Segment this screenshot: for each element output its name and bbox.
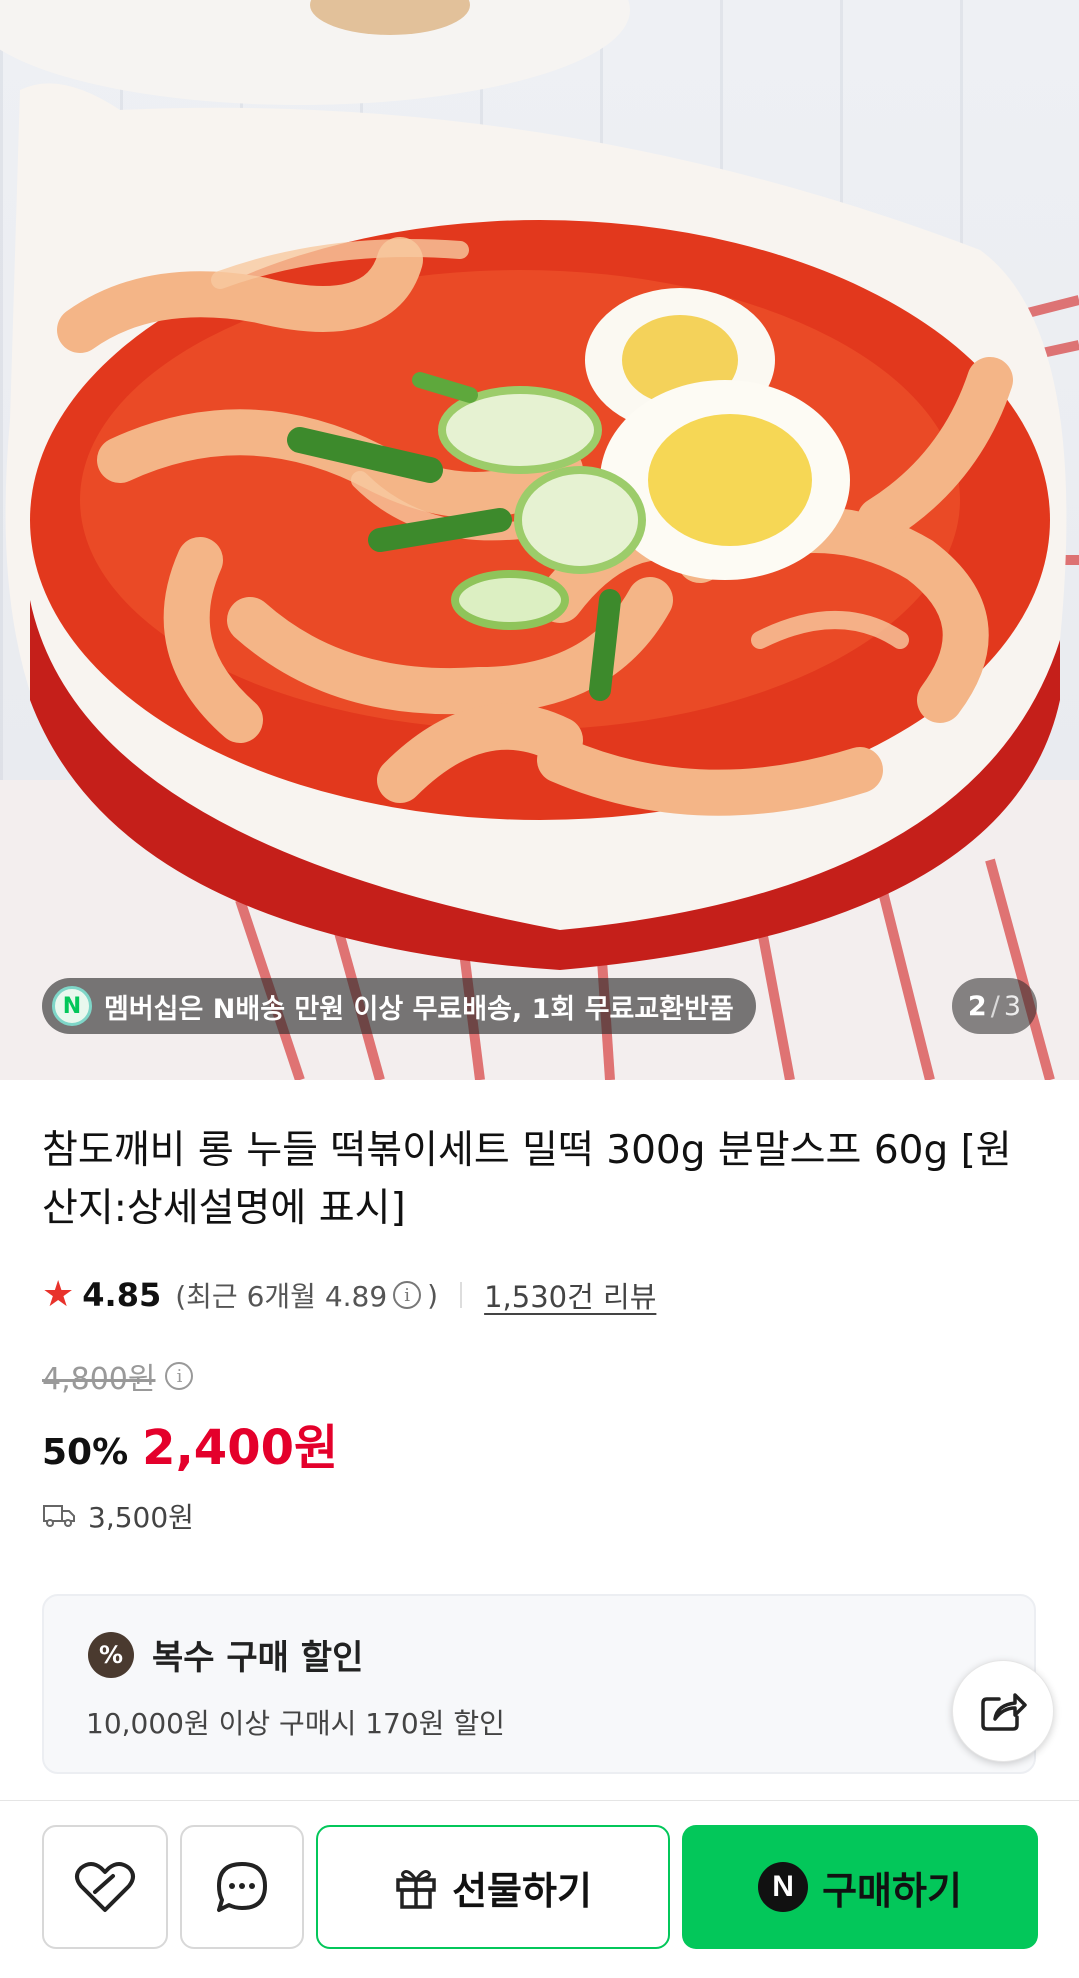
- bulk-discount-header: % 복수 구매 할인: [88, 1630, 363, 1679]
- shipping-fee: 3,500원: [88, 1501, 194, 1534]
- share-button[interactable]: [952, 1660, 1054, 1762]
- membership-badge-text: 멤버십은 N배송 만원 이상 무료배송, 1회 무료교환반품: [104, 993, 734, 1025]
- original-price: 4,800원: [42, 1362, 156, 1397]
- chat-button[interactable]: [180, 1825, 304, 1949]
- original-price-row: 4,800원 i: [42, 1354, 199, 1398]
- recent-rating-text: (최근 6개월 4.89: [175, 1280, 388, 1313]
- pager-separator: /: [990, 990, 1000, 1022]
- wishlist-button[interactable]: [42, 1825, 168, 1949]
- membership-badge[interactable]: N 멤버십은 N배송 만원 이상 무료배송, 1회 무료교환반품: [42, 978, 756, 1034]
- star-icon: ★: [42, 1274, 75, 1315]
- image-pager: 2 / 3: [951, 978, 1037, 1034]
- buy-button[interactable]: N 구매하기: [682, 1825, 1038, 1949]
- rating-score: 4.85: [82, 1276, 162, 1314]
- gift-button-label: 선물하기: [452, 1868, 592, 1913]
- bulk-discount-title: 복수 구매 할인: [152, 1638, 364, 1678]
- rating-row: ★ 4.85 (최근 6개월 4.89 i ) 1,530건 리뷰: [42, 1272, 656, 1318]
- rating-divider: [460, 1282, 463, 1308]
- percent-icon: %: [88, 1631, 134, 1678]
- truck-icon: [43, 1505, 75, 1527]
- chat-icon: [217, 1862, 267, 1912]
- product-image[interactable]: N 멤버십은 N배송 만원 이상 무료배송, 1회 무료교환반품 2 / 3: [0, 0, 1079, 1080]
- review-count-link[interactable]: 1,530건 리뷰: [484, 1274, 656, 1316]
- share-icon: [981, 1693, 1027, 1731]
- naver-pay-icon: N: [758, 1862, 809, 1912]
- product-title: 참도깨비 롱 누들 떡볶이세트 밀떡 300g 분말스프 60g [원산지:상세…: [42, 1128, 1012, 1231]
- bottom-action-bar: 선물하기 N 구매하기: [0, 1800, 1079, 1978]
- bulk-discount-card[interactable]: % 복수 구매 할인 10,000원 이상 구매시 170원 할인: [42, 1594, 1036, 1774]
- tteokbokki-photo: [0, 0, 1079, 1080]
- buy-button-label: 구매하기: [822, 1868, 962, 1913]
- sale-price-row: 50% 2,400원: [42, 1408, 338, 1478]
- recent-rating-close: ): [427, 1278, 439, 1312]
- bulk-discount-description: 10,000원 이상 구매시 170원 할인: [86, 1707, 505, 1740]
- shipping-row: 3,500원: [42, 1496, 194, 1536]
- recent-rating: (최근 6개월 4.89 i ): [175, 1275, 438, 1315]
- naver-n-icon: N: [52, 986, 92, 1026]
- discount-rate: 50%: [42, 1432, 129, 1473]
- gift-button[interactable]: 선물하기: [316, 1825, 670, 1949]
- naver-n-letter: N: [62, 993, 82, 1019]
- pager-total: 3: [1003, 990, 1021, 1022]
- price-info-icon[interactable]: i: [165, 1362, 194, 1390]
- heart-icon: [75, 1862, 135, 1912]
- pager-current: 2: [967, 990, 987, 1022]
- sale-price: 2,400원: [142, 1420, 339, 1476]
- gift-icon: [396, 1870, 436, 1909]
- info-icon[interactable]: i: [393, 1281, 422, 1309]
